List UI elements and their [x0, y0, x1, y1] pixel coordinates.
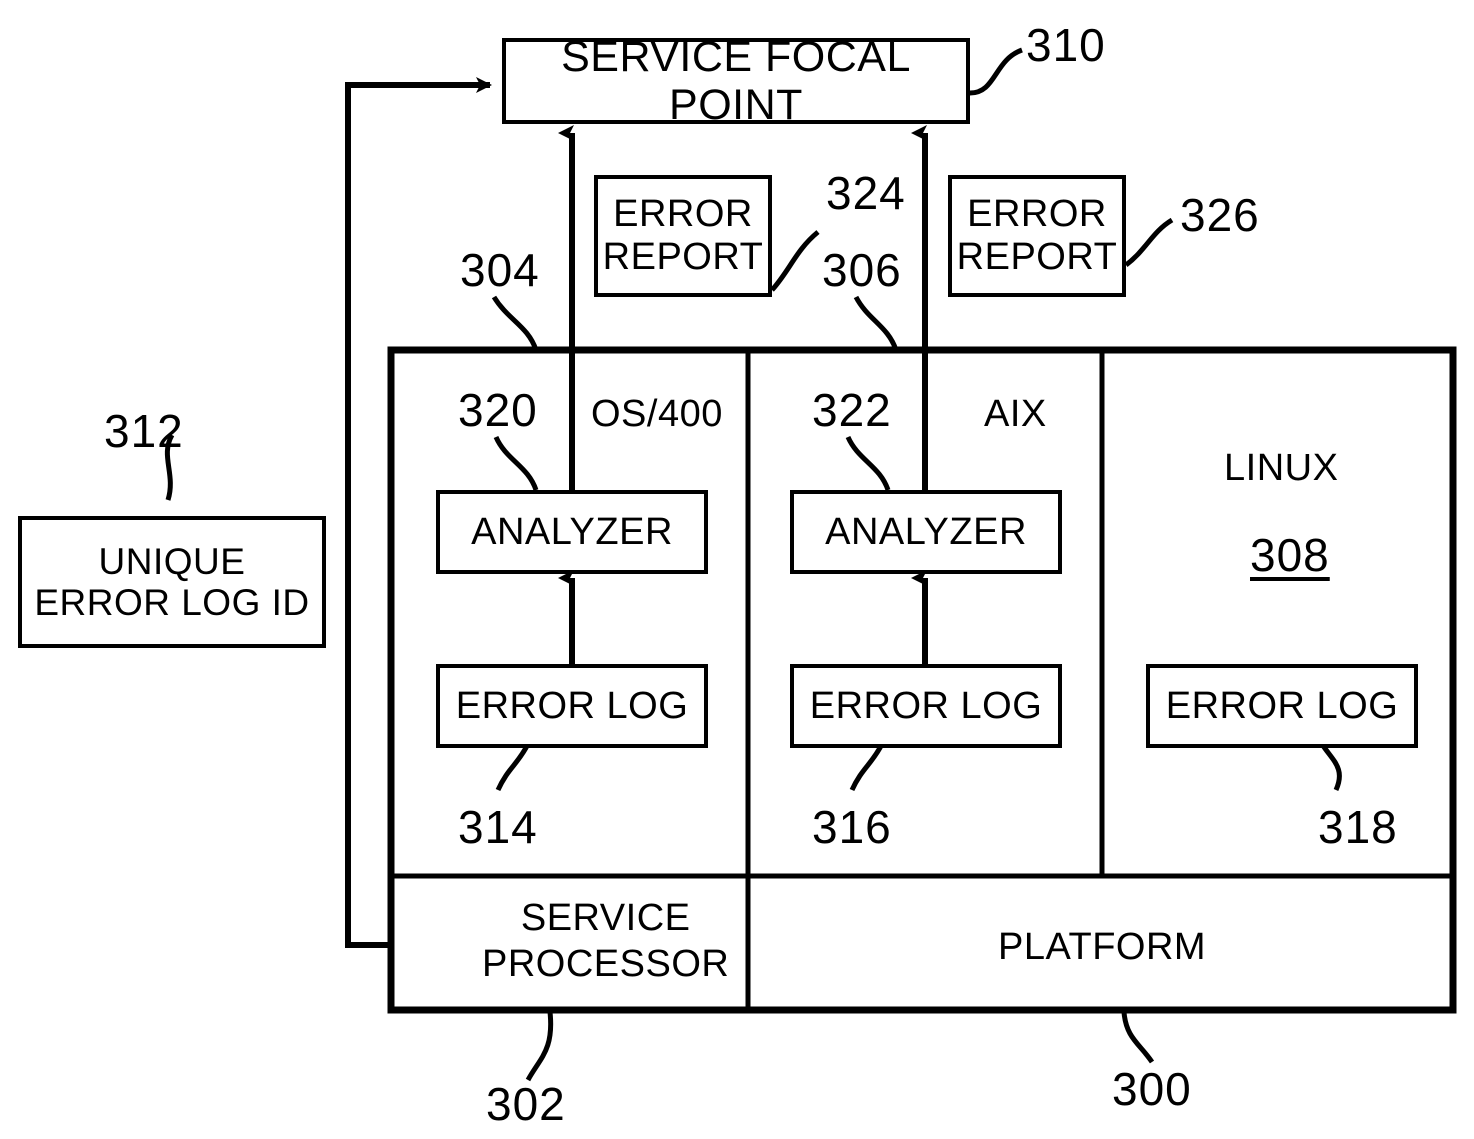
analyzer-label: ANALYZER	[471, 510, 673, 553]
error-log-label: ERROR LOG	[809, 684, 1043, 727]
ref-300: 300	[1112, 1063, 1192, 1115]
service-focal-point-label: SERVICE FOCAL POINT	[561, 32, 911, 129]
analyzer-label: ANALYZER	[825, 510, 1027, 553]
unique-error-log-id-label-line2: ERROR LOG ID	[34, 582, 310, 623]
ref-308: 308	[1250, 529, 1330, 581]
unique-error-log-id-box[interactable]: UNIQUE ERROR LOG ID	[18, 516, 326, 648]
ref-310: 310	[1026, 19, 1106, 71]
ref-314: 314	[458, 801, 538, 853]
ref-320: 320	[458, 384, 538, 436]
patent-figure-canvas: SERVICE FOCAL POINT 310 ERROR REPORT 324…	[0, 0, 1474, 1139]
service-processor-label-line1: SERVICE	[520, 897, 691, 939]
ref-324: 324	[826, 167, 906, 219]
service-processor-label-line2: PROCESSOR	[482, 942, 730, 985]
ref-316: 316	[812, 801, 892, 853]
leader-310	[969, 47, 1024, 96]
ref-304: 304	[460, 244, 540, 296]
leader-326	[1124, 217, 1174, 267]
error-log-label: ERROR LOG	[455, 684, 689, 727]
error-report-box-os400[interactable]: ERROR REPORT	[594, 175, 772, 297]
error-report-label-line1: ERROR	[967, 193, 1107, 236]
partition-label-linux: LINUX	[1224, 447, 1339, 489]
analyzer-box-os400[interactable]: ANALYZER	[436, 490, 708, 574]
leader-320	[493, 435, 539, 491]
error-log-box-linux[interactable]: ERROR LOG	[1146, 664, 1418, 748]
error-report-box-aix[interactable]: ERROR REPORT	[948, 175, 1126, 297]
platform-band-label: PLATFORM	[998, 926, 1207, 968]
leader-300	[1121, 1011, 1155, 1064]
leader-304	[491, 295, 539, 351]
error-log-box-os400[interactable]: ERROR LOG	[436, 664, 708, 748]
ref-302: 302	[486, 1078, 566, 1130]
error-log-box-aix[interactable]: ERROR LOG	[790, 664, 1062, 748]
partition-label-aix: AIX	[984, 393, 1047, 435]
leader-318	[1319, 742, 1342, 792]
analyzer-box-aix[interactable]: ANALYZER	[790, 490, 1062, 574]
service-focal-point-box[interactable]: SERVICE FOCAL POINT	[502, 33, 970, 129]
leader-314	[495, 742, 531, 792]
unique-error-log-id-label-line1: UNIQUE	[98, 540, 246, 582]
error-report-label-line2: REPORT	[602, 236, 764, 278]
service-processor-band-label: SERVICE PROCESSOR	[482, 896, 729, 987]
leader-316	[849, 742, 885, 792]
leader-324	[770, 230, 820, 292]
error-log-label: ERROR LOG	[1165, 684, 1399, 727]
ref-318: 318	[1318, 801, 1398, 853]
leader-306	[853, 295, 899, 351]
leader-322	[845, 435, 891, 491]
ref-322: 322	[812, 384, 892, 436]
leader-302	[525, 1011, 554, 1082]
ref-306: 306	[822, 244, 902, 296]
error-report-label-line1: ERROR	[613, 193, 753, 236]
error-report-label-line2: REPORT	[956, 236, 1118, 278]
ref-326: 326	[1180, 189, 1260, 241]
partition-label-os400: OS/400	[591, 393, 723, 435]
ref-312: 312	[104, 405, 184, 457]
